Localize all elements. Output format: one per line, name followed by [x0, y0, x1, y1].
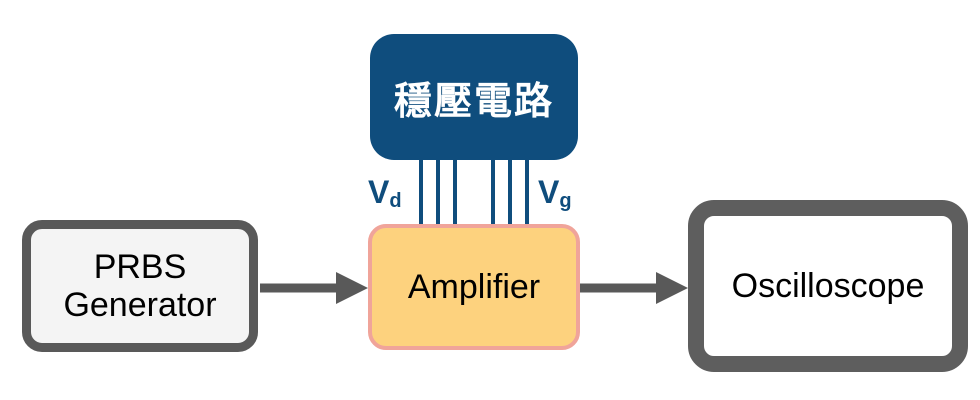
oscilloscope-label: Oscilloscope [731, 266, 925, 305]
vd-label-sub: d [389, 190, 402, 212]
amplifier-label: Amplifier [407, 267, 541, 306]
arrow-head [656, 272, 688, 304]
oscilloscope-node[interactable]: Oscilloscope [688, 200, 968, 372]
vd-label: Vd [368, 174, 402, 213]
arrow-head [336, 272, 368, 304]
prbs-generator-label-line2: Generator [63, 286, 217, 324]
amplifier-node[interactable]: Amplifier [368, 224, 580, 350]
diagram-canvas: 穩壓電路 PRBS Generator Amplifier Oscillosco… [0, 0, 980, 400]
voltage-regulator-label: 穩壓電路 [393, 78, 554, 123]
vg-label: Vg [538, 174, 572, 213]
vg-label-sub: g [559, 190, 572, 212]
vd-bus [419, 158, 457, 228]
prbs-generator-label-line1: PRBS [93, 248, 187, 286]
vd-label-main: V [368, 174, 390, 210]
voltage-regulator-node[interactable]: 穩壓電路 [370, 34, 578, 160]
vg-label-main: V [538, 174, 560, 210]
arrow-prbs-to-amplifier [260, 272, 368, 304]
vg-bus [491, 158, 529, 228]
prbs-generator-node[interactable]: PRBS Generator [22, 220, 258, 352]
arrow-amplifier-to-oscilloscope [580, 272, 688, 304]
